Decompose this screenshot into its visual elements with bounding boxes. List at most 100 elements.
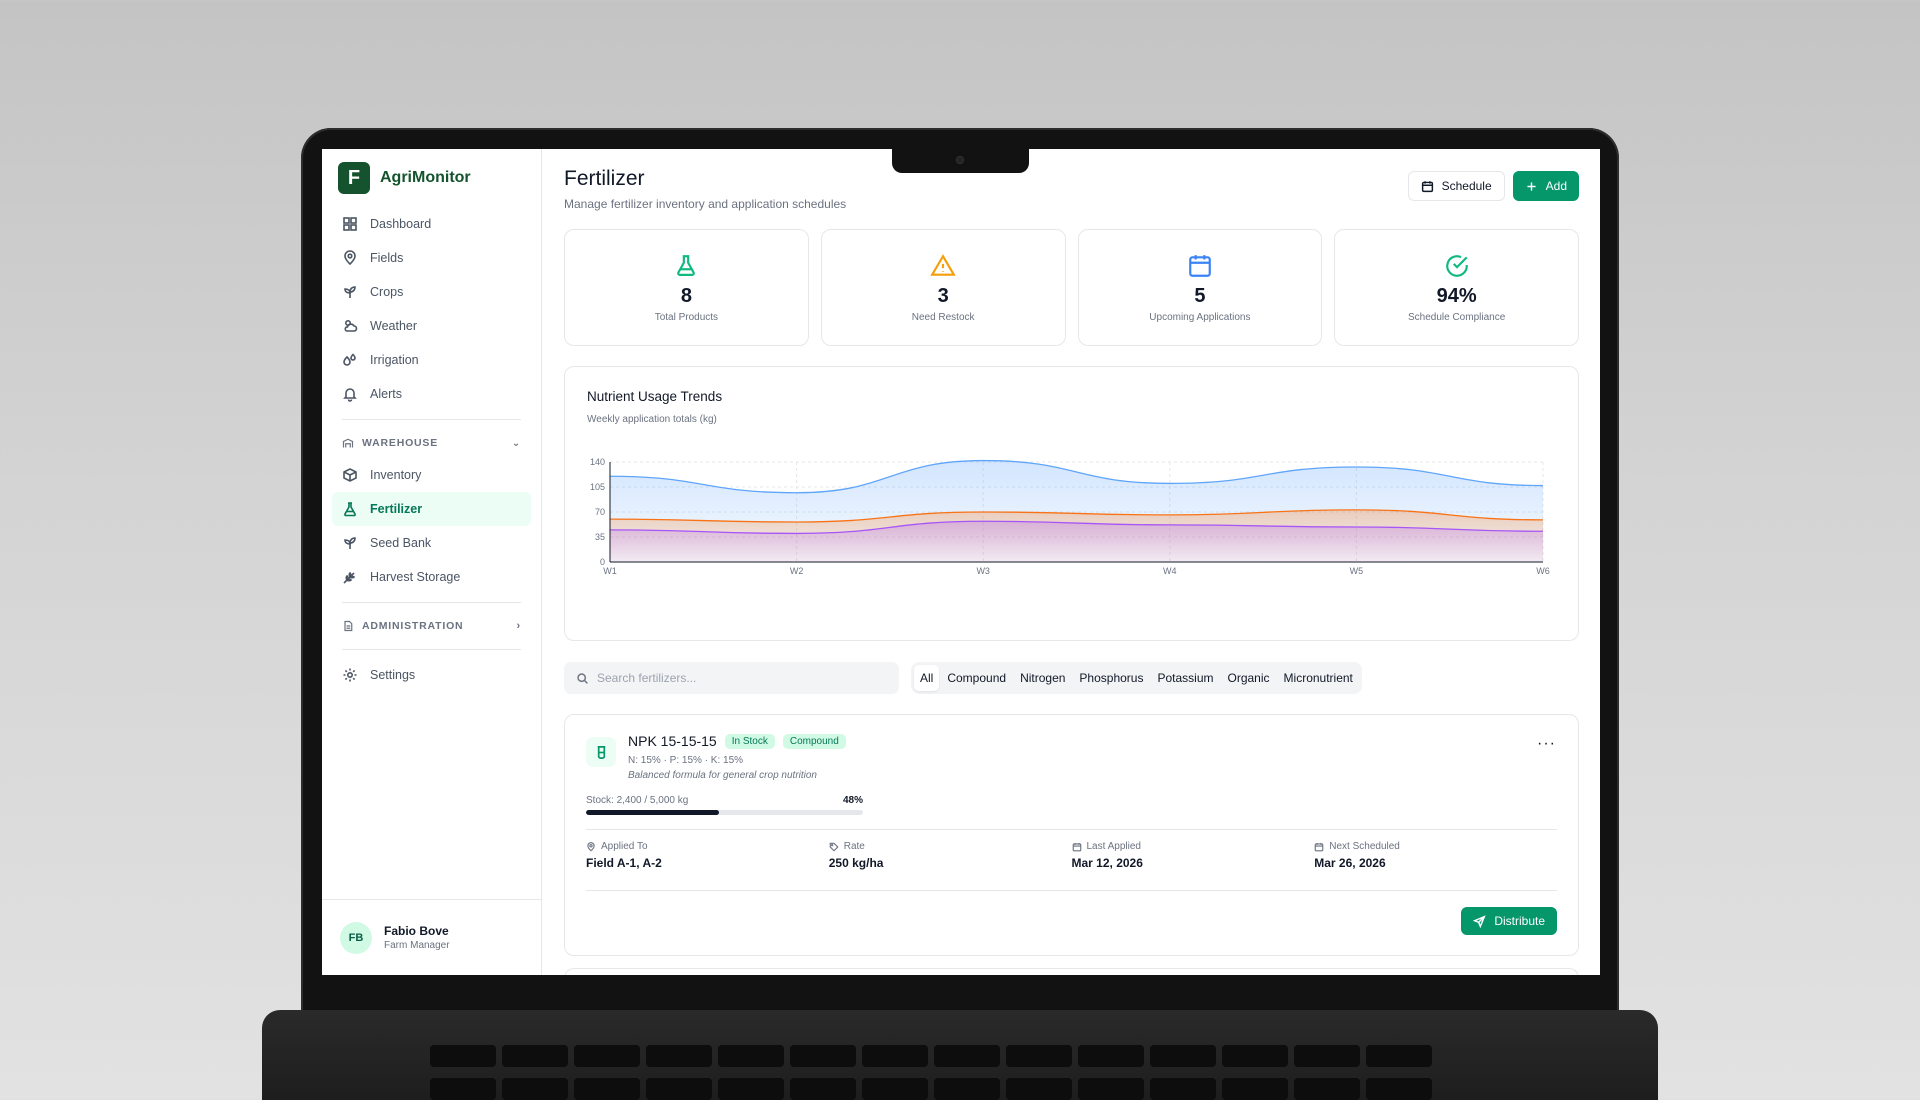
sidebar-item-label: Dashboard xyxy=(370,217,432,231)
keyboard-key xyxy=(1294,1045,1360,1067)
distribute-label: Distribute xyxy=(1494,914,1545,928)
x-tick-label: W1 xyxy=(603,566,617,576)
y-tick-label: 140 xyxy=(590,457,605,467)
category-tabs: All Compound Nitrogen Phosphorus Potassi… xyxy=(911,662,1362,694)
meta-value: Field A-1, A-2 xyxy=(586,856,662,870)
filter-bar: Search fertilizers... All Compound Nitro… xyxy=(564,662,1579,694)
page-title: Fertilizer xyxy=(564,167,645,190)
fertilizer-card: NPK 15-15-15 In Stock Compound N: 15% · … xyxy=(564,714,1579,956)
tab-compound[interactable]: Compound xyxy=(941,665,1012,691)
keyboard-key xyxy=(1366,1078,1432,1100)
x-tick-label: W6 xyxy=(1536,566,1550,576)
y-tick-label: 35 xyxy=(595,532,605,542)
sidebar-item-label: Inventory xyxy=(370,468,422,482)
keyboard-key xyxy=(1078,1078,1144,1100)
stat-value: 94% xyxy=(1436,284,1477,307)
keyboard-key xyxy=(574,1078,640,1100)
meta-value: Mar 12, 2026 xyxy=(1071,856,1143,870)
section-administration[interactable]: ADMINISTRATION › xyxy=(332,611,531,641)
check-circle-icon xyxy=(1445,254,1468,277)
status-badge: In Stock xyxy=(724,733,775,749)
avatar: FB xyxy=(340,921,372,954)
stat-card-upcoming-applications: 5 Upcoming Applications xyxy=(1077,229,1323,346)
sidebar-item-irrigation[interactable]: Irrigation xyxy=(332,343,531,377)
stock-text: Stock: 2,400 / 5,000 kg xyxy=(586,795,689,806)
chart-subtitle: Weekly application totals (kg) xyxy=(587,414,717,425)
tab-phosphorus[interactable]: Phosphorus xyxy=(1073,665,1149,691)
user-role: Farm Manager xyxy=(384,940,450,951)
keyboard-key xyxy=(574,1045,640,1067)
keyboard-key xyxy=(1366,1045,1432,1067)
product-description: Balanced formula for general crop nutrit… xyxy=(628,770,817,781)
distribute-button[interactable]: Distribute xyxy=(1461,907,1557,935)
brand[interactable]: F AgriMonitor xyxy=(322,149,541,207)
sidebar: F AgriMonitor Dashboard Fields Crops Wea… xyxy=(322,149,542,975)
divider xyxy=(342,649,521,650)
alert-triangle-icon xyxy=(930,253,956,276)
dashboard-icon xyxy=(342,216,358,232)
user-profile[interactable]: FB Fabio Bove Farm Manager xyxy=(322,899,542,975)
beaker-icon xyxy=(586,737,616,767)
sidebar-item-alerts[interactable]: Alerts xyxy=(332,377,531,411)
keyboard-key xyxy=(934,1045,1000,1067)
sidebar-item-fields[interactable]: Fields xyxy=(332,241,531,275)
flask-icon xyxy=(342,501,358,517)
meta-next-scheduled: Next Scheduled Mar 26, 2026 xyxy=(1314,841,1557,890)
type-badge: Compound xyxy=(782,733,846,749)
tab-nitrogen[interactable]: Nitrogen xyxy=(1014,665,1071,691)
keyboard-key xyxy=(1078,1045,1144,1067)
plus-icon xyxy=(1527,181,1536,191)
chevron-right-icon: › xyxy=(516,620,521,632)
keyboard-key xyxy=(646,1045,712,1067)
sidebar-item-label: Crops xyxy=(370,285,404,299)
more-options-icon[interactable]: ··· xyxy=(1537,735,1556,753)
calendar-icon xyxy=(1421,180,1433,192)
search-input[interactable]: Search fertilizers... xyxy=(564,662,899,694)
keyboard-key xyxy=(502,1078,568,1100)
section-title: ADMINISTRATION xyxy=(362,620,464,632)
sidebar-item-dashboard[interactable]: Dashboard xyxy=(332,207,531,241)
map-pin-icon xyxy=(342,250,358,266)
tab-organic[interactable]: Organic xyxy=(1222,665,1276,691)
sidebar-item-fertilizer[interactable]: Fertilizer xyxy=(332,492,531,526)
keyboard-key xyxy=(1222,1045,1288,1067)
tab-all[interactable]: All xyxy=(914,665,940,691)
stat-label: Need Restock xyxy=(911,311,975,323)
keyboard-key xyxy=(790,1045,856,1067)
tab-potassium[interactable]: Potassium xyxy=(1151,665,1219,691)
sidebar-item-inventory[interactable]: Inventory xyxy=(332,458,531,492)
warehouse-icon xyxy=(342,437,354,449)
meta-label: Rate xyxy=(843,841,865,852)
meta-value: 250 kg/ha xyxy=(828,856,884,870)
stat-label: Upcoming Applications xyxy=(1149,311,1251,323)
bell-icon xyxy=(342,386,358,402)
keyboard-key xyxy=(862,1078,928,1100)
x-tick-label: W4 xyxy=(1163,566,1177,576)
sidebar-item-settings[interactable]: Settings xyxy=(332,658,531,692)
meta-label: Applied To xyxy=(601,841,648,852)
sidebar-item-crops[interactable]: Crops xyxy=(332,275,531,309)
document-icon xyxy=(342,620,354,632)
meta-label: Next Scheduled xyxy=(1329,841,1400,852)
x-tick-label: W5 xyxy=(1350,566,1364,576)
tab-micronutrient[interactable]: Micronutrient xyxy=(1278,665,1359,691)
add-label: Add xyxy=(1545,179,1567,193)
sidebar-item-weather[interactable]: Weather xyxy=(332,309,531,343)
calendar-icon xyxy=(1189,254,1211,277)
user-name: Fabio Bove xyxy=(384,924,449,938)
section-warehouse[interactable]: WAREHOUSE ⌄ xyxy=(332,428,531,458)
stock-progress-bar xyxy=(586,810,863,815)
nutrient-usage-chart: 03570105140W1 W2 W3 W4 W5 W6 xyxy=(590,457,1550,576)
keyboard-key xyxy=(790,1078,856,1100)
product-meta: Applied To Field A-1, A-2 Rate 250 kg/ha… xyxy=(586,829,1557,891)
schedule-button[interactable]: Schedule xyxy=(1407,171,1505,201)
cloud-sun-icon xyxy=(342,318,358,334)
sidebar-item-harvest-storage[interactable]: Harvest Storage xyxy=(332,560,531,594)
product-name: NPK 15-15-15 xyxy=(628,733,717,749)
meta-applied-to: Applied To Field A-1, A-2 xyxy=(586,841,829,890)
sidebar-item-seed-bank[interactable]: Seed Bank xyxy=(332,526,531,560)
product-npk: N: 15% · P: 15% · K: 15% xyxy=(628,755,744,766)
keyboard-key xyxy=(1150,1045,1216,1067)
send-icon xyxy=(1473,914,1487,928)
add-button[interactable]: Add xyxy=(1512,171,1579,201)
